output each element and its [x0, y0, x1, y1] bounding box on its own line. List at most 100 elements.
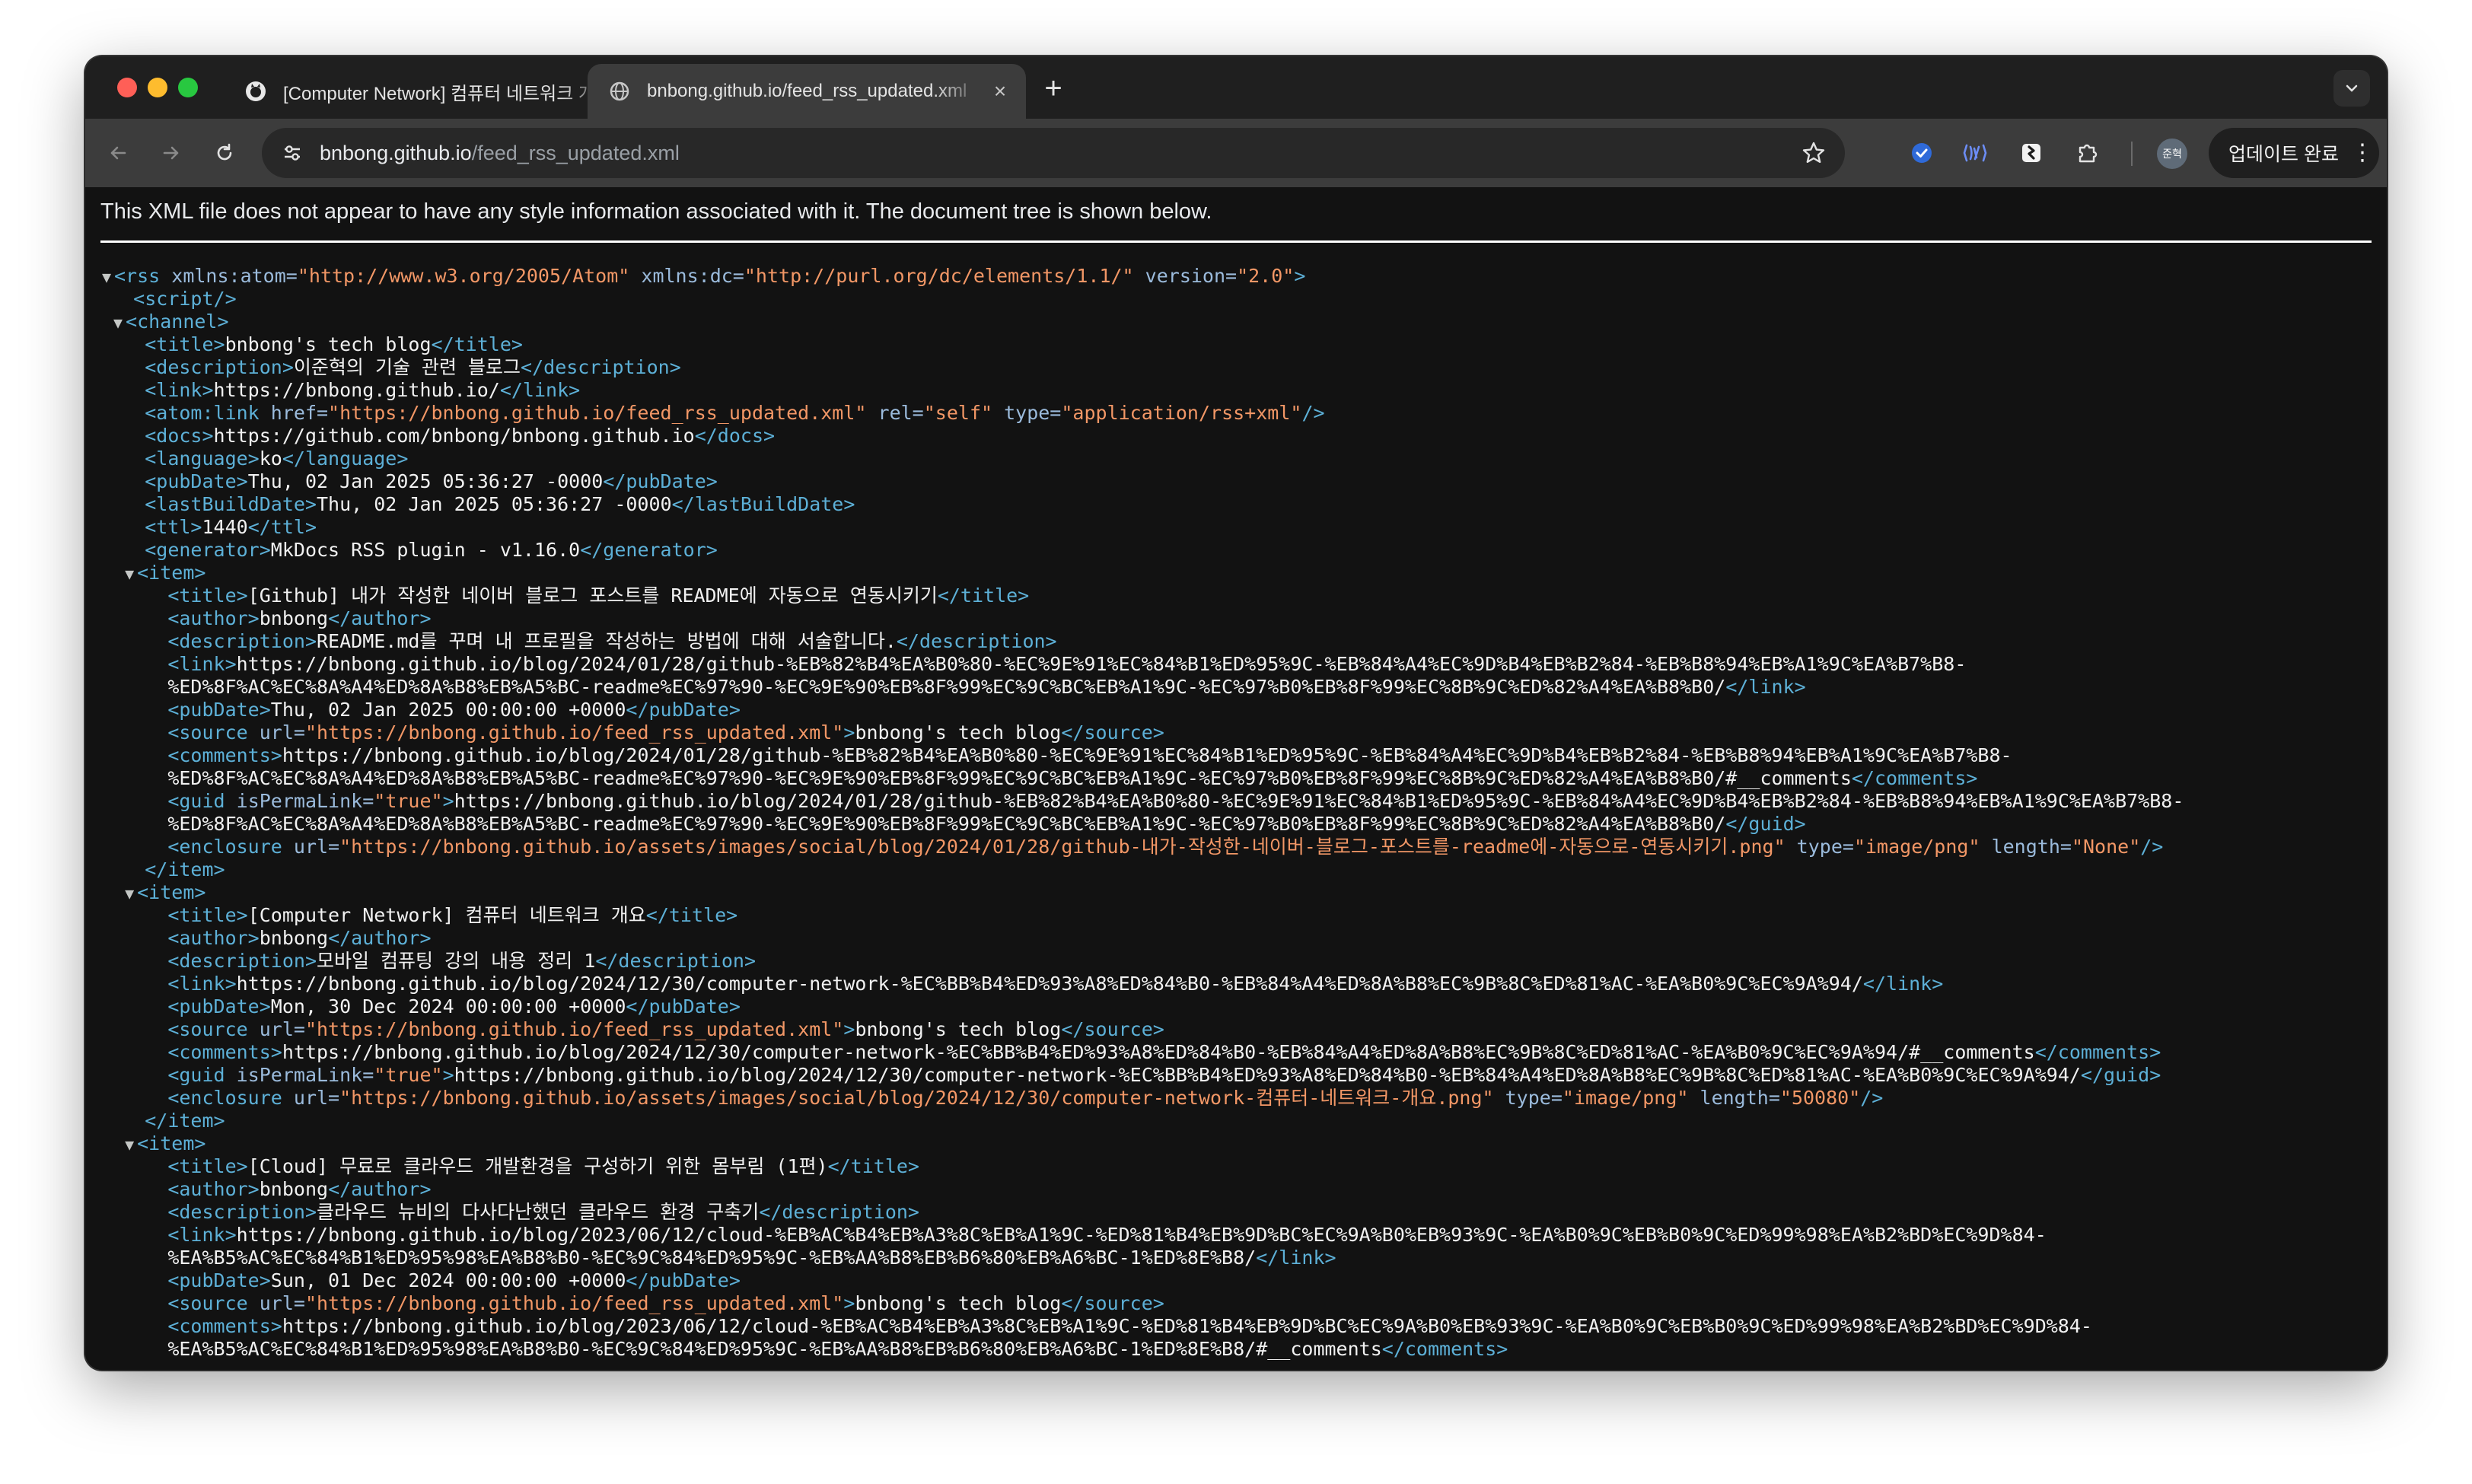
xml-generator: <generator>MkDocs RSS plugin - v1.16.0</… [99, 539, 2184, 562]
back-button[interactable] [100, 135, 135, 170]
xml-attr-value: "self" [923, 402, 993, 424]
update-label: 업데이트 완료 [2228, 144, 2339, 165]
xml-text: Thu, 02 Jan 2025 05:36:27 -0000 [247, 470, 604, 492]
xml-close-tag: </link> [1256, 1247, 1336, 1269]
collapse-triangle-icon[interactable]: ▼ [122, 882, 137, 905]
tab-title: bnbong.github.io/feed_rss_updated.xml [647, 81, 967, 101]
xml-text: bnbong's tech blog [225, 333, 432, 355]
forward-button[interactable] [154, 135, 189, 170]
browser-window: [Computer Network] 컴퓨터 네트워크 개요 × bnbong.… [85, 56, 2387, 1370]
xml-text: bnbong's tech blog [855, 1018, 1062, 1040]
minimize-window-button[interactable] [148, 78, 167, 97]
xml-open-tag: > [843, 1292, 855, 1314]
xml-attr-value: "https://bnbong.github.io/feed_rss_updat… [304, 1292, 844, 1314]
xml-open-tag: <enclosure [167, 1087, 282, 1109]
xml-text: https://bnbong.github.io/blog/2024/12/30… [454, 1064, 2081, 1086]
update-button[interactable]: 업데이트 완료 ⋮ [2209, 128, 2379, 178]
xml-open-tag: <comments> [167, 1041, 282, 1063]
xml-open-tag: <title> [145, 333, 225, 355]
xml-item-pubdate: <pubDate>Mon, 30 Dec 2024 00:00:00 +0000… [99, 995, 2184, 1018]
profile-avatar[interactable]: 준혁 [2157, 139, 2187, 169]
close-window-button[interactable] [117, 78, 137, 97]
dark-reader-extension-icon[interactable] [2015, 137, 2047, 169]
xml-close-tag: </description> [595, 950, 757, 972]
xml-item[interactable]: ▼ <item> [99, 1132, 2184, 1155]
xml-attr-value: "true" [374, 790, 443, 812]
xml-open-tag: > [843, 721, 855, 744]
audio-wave-extension-icon[interactable] [1959, 137, 1991, 169]
xml-attr-name: url= [282, 836, 340, 858]
xml-open-tag: <atom:link [145, 402, 260, 424]
xml-close-tag: </item> [145, 858, 225, 881]
xml-item-link: <link>https://bnbong.github.io/blog/2023… [99, 1224, 2184, 1247]
xml-text: 클라우드 뉴비의 다사다난했던 클라우드 환경 구축기 [317, 1201, 760, 1223]
xml-text: %ED%8F%AC%EC%8A%A4%ED%8A%B8%EB%A5%BC-rea… [167, 767, 1852, 789]
xml-open-tag: <description> [167, 950, 317, 972]
octocat-icon [244, 79, 268, 103]
xml-text: README.md를 꾸며 내 프로필을 작성하는 방법에 대해 서술합니다. [317, 630, 897, 652]
xml-close-tag: </docs> [694, 425, 776, 447]
xml-item-title: <title>[Computer Network] 컴퓨터 네트워크 개요</t… [99, 904, 2184, 927]
xml-text: bnbong's tech blog [855, 1292, 1062, 1314]
xml-attr-value: "None" [2071, 836, 2141, 858]
xml-open-tag: <link> [145, 379, 214, 401]
xml-item-enclosure: <enclosure url="https://bnbong.github.io… [99, 1087, 2184, 1110]
url-text[interactable]: bnbong.github.io/feed_rss_updated.xml [320, 142, 680, 165]
xml-open-tag: /> [2140, 836, 2164, 858]
xml-open-tag: <title> [167, 904, 248, 926]
xml-close-tag: </description> [759, 1201, 919, 1223]
xml-text: bnbong [259, 607, 329, 629]
arrow-right-icon [163, 146, 179, 160]
xml-close-tag: </link> [1725, 676, 1806, 698]
xml-item-comments: <comments>https://bnbong.github.io/blog/… [99, 1041, 2184, 1064]
xml-text: [Github] 내가 작성한 네이버 블로그 포스트를 README에 자동으… [247, 584, 938, 607]
verified-check-extension-icon[interactable] [1906, 137, 1938, 169]
xml-close-tag: </pubDate> [603, 470, 718, 492]
close-icon[interactable]: × [985, 79, 1015, 103]
xml-attr-name: isPermaLink= [225, 790, 374, 812]
xml-text: 이준혁의 기술 관련 블로그 [293, 356, 521, 378]
xml-open-tag: <channel> [126, 310, 229, 333]
xml-close-tag: </source> [1061, 1292, 1164, 1314]
collapse-triangle-icon[interactable]: ▼ [122, 562, 137, 585]
xml-text: [Cloud] 무료로 클라우드 개발환경을 구성하기 위한 몸부림 (1편) [247, 1155, 828, 1177]
collapse-triangle-icon[interactable]: ▼ [99, 266, 114, 288]
collapse-triangle-icon[interactable]: ▼ [110, 311, 126, 334]
xml-open-tag: > [442, 1064, 454, 1086]
tab-feed-rss[interactable]: bnbong.github.io/feed_rss_updated.xml × [588, 64, 1026, 119]
xml-channel[interactable]: ▼ <channel> [99, 310, 2184, 333]
xml-open-tag: <description> [167, 630, 317, 652]
xml-open-tag: <pubDate> [145, 470, 248, 492]
xml-close-tag: </generator> [580, 539, 718, 561]
address-bar[interactable]: bnbong.github.io/feed_rss_updated.xml [262, 128, 1845, 178]
xml-item-title: <title>[Github] 내가 작성한 네이버 블로그 포스트를 READ… [99, 584, 2184, 607]
xml-script: <script/> [99, 288, 2184, 310]
zoom-window-button[interactable] [178, 78, 198, 97]
new-tab-button[interactable]: + [1037, 73, 1070, 107]
puzzle-icon[interactable] [2072, 137, 2104, 169]
xml-text: https://bnbong.github.io/ [213, 379, 500, 401]
xml-open-tag: <ttl> [145, 516, 202, 538]
site-settings-icon[interactable] [277, 142, 307, 164]
xml-attr-value: "https://bnbong.github.io/feed_rss_updat… [328, 402, 867, 424]
xml-attr-value: "image/png" [1562, 1087, 1689, 1109]
xml-item[interactable]: ▼ <item> [99, 881, 2184, 904]
xml-close-tag: </pubDate> [626, 1269, 741, 1291]
chevron-down-icon [2346, 84, 2358, 92]
xml-text: Thu, 02 Jan 2025 00:00:00 +0000 [270, 699, 626, 721]
xml-atom-link: <atom:link href="https://bnbong.github.i… [99, 402, 2184, 425]
collapse-triangle-icon[interactable]: ▼ [122, 1133, 137, 1156]
xml-item[interactable]: ▼ <item> [99, 562, 2184, 584]
reload-button[interactable] [207, 135, 242, 170]
xml-text: %EA%B5%AC%EC%84%B1%ED%95%98%EA%B8%B0-%EC… [167, 1247, 1257, 1269]
tab-search-button[interactable] [2333, 70, 2370, 107]
xml-attr-value: "50080" [1779, 1087, 1861, 1109]
xml-close-tag: </description> [521, 356, 681, 378]
xml-close-tag: </pubDate> [626, 995, 741, 1017]
xml-rss[interactable]: ▼ <rss xmlns:atom="http://www.w3.org/2005… [99, 265, 2184, 288]
xml-item-end: </item> [99, 858, 2184, 881]
bookmark-star-icon[interactable] [1799, 139, 1828, 167]
xml-open-tag: <guid [167, 1064, 225, 1086]
xml-style-notice: This XML file does not appear to have an… [100, 199, 1212, 224]
xml-open-tag: <title> [167, 1155, 248, 1177]
